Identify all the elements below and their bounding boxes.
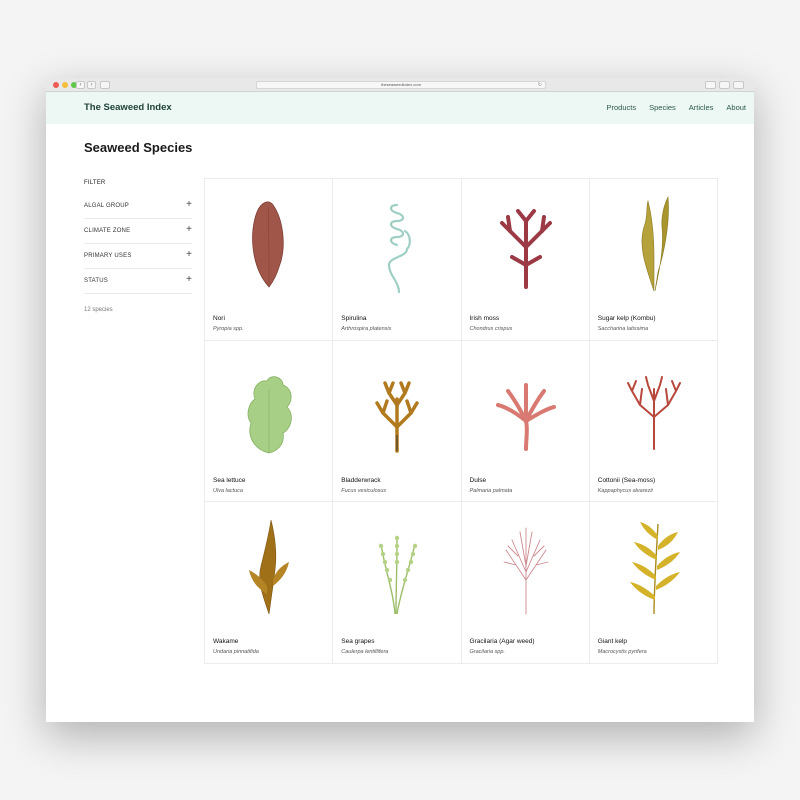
window-controls (53, 82, 77, 88)
species-count: 12 species (84, 307, 113, 313)
species-card[interactable]: Wakame Undaria pinnatifida (205, 502, 334, 664)
species-name: Irish moss (469, 315, 500, 322)
minimize-window-button[interactable] (62, 82, 68, 88)
species-scientific-name: Gracilaria spp. (469, 649, 505, 656)
species-name: Sugar kelp (Kombu) (597, 315, 656, 322)
species-card[interactable]: Cottonii (Sea-moss) Kappaphycus alvarezi… (589, 340, 718, 503)
expand-plus-icon[interactable]: + (186, 224, 192, 235)
bladderwrack-icon (375, 380, 419, 453)
filter-label: CLIMATE ZONE (84, 228, 131, 234)
species-scientific-name: Undaria pinnatifida (213, 649, 259, 656)
species-grid: Nori Pyropia spp. Spirulina Arthrospira … (204, 178, 718, 664)
species-scientific-name: Caulerpa lentillifera (341, 649, 389, 656)
species-name: Cottonii (Sea-moss) (597, 476, 656, 484)
expand-plus-icon[interactable]: + (186, 199, 192, 210)
filter-algal-group[interactable]: ALGAL GROUP + (84, 194, 192, 219)
filter-label: ALGAL GROUP (84, 203, 129, 209)
address-bar[interactable]: theseaweedindex.com ↻ (256, 81, 546, 89)
species-scientific-name: Fucus vesiculosus (341, 487, 387, 494)
species-name: Wakame (213, 638, 239, 646)
nav-link-products[interactable]: Products (607, 103, 637, 112)
tabs-button[interactable] (733, 81, 744, 89)
species-scientific-name: Chondrus crispus (469, 326, 513, 332)
nav-link-articles[interactable]: Articles (689, 103, 714, 112)
spirulina-spiral-icon (388, 203, 412, 294)
species-card[interactable]: Bladderwrack Fucus vesiculosus (333, 340, 462, 503)
species-card[interactable]: Giant kelp Macrocystis pyrifera (589, 502, 718, 664)
giant-kelp-icon (629, 522, 680, 615)
species-card[interactable]: Sea grapes Caulerpa lentillifera (333, 502, 462, 664)
filter-list: ALGAL GROUP + CLIMATE ZONE + PRIMARY USE… (84, 194, 192, 294)
back-button[interactable]: ‹ (76, 81, 85, 89)
filter-primary-uses[interactable]: PRIMARY USES + (84, 244, 192, 269)
filter-label: PRIMARY USES (84, 253, 132, 259)
wakame-icon (249, 520, 289, 615)
site-logo[interactable]: The Seaweed Index (84, 102, 172, 113)
cottonii-icon (626, 375, 681, 450)
species-name: Bladderwrack (341, 476, 381, 484)
browser-actions (705, 81, 744, 89)
filter-climate-zone[interactable]: CLIMATE ZONE + (84, 219, 192, 244)
species-name: Gracilaria (Agar weed) (469, 638, 535, 646)
species-card[interactable]: Nori Pyropia spp. (205, 179, 334, 341)
url-text: theseaweedindex.com (381, 82, 421, 87)
species-scientific-name: Arthrospira platensis (341, 326, 392, 332)
species-card[interactable]: Spirulina Arthrospira platensis (333, 179, 462, 341)
sea-grapes-icon (379, 536, 418, 615)
close-window-button[interactable] (53, 82, 59, 88)
page-title: Seaweed Species (84, 140, 193, 155)
sea-lettuce-icon (247, 375, 292, 454)
species-card[interactable]: Dulse Palmaria palmata (461, 340, 590, 503)
forward-button[interactable]: › (87, 81, 96, 89)
gracilaria-icon (503, 527, 548, 615)
filter-status[interactable]: STATUS + (84, 269, 192, 294)
irish-moss-icon (499, 209, 552, 289)
species-name: Sea lettuce (213, 476, 246, 484)
sidebar-toggle-button[interactable] (100, 81, 110, 89)
species-scientific-name: Saccharina latissima (597, 326, 649, 332)
species-card[interactable]: Sugar kelp (Kombu) Saccharina latissima (589, 179, 718, 341)
species-scientific-name: Kappaphycus alvarezii (597, 487, 653, 494)
browser-toolbar: ‹ › theseaweedindex.com ↻ (46, 78, 754, 92)
species-card[interactable]: Sea lettuce Ulva lactuca (205, 340, 334, 503)
species-scientific-name: Ulva lactuca (213, 487, 243, 494)
filter-heading: FILTER (84, 180, 106, 186)
browser-window: ‹ › theseaweedindex.com ↻ The Seaweed In… (46, 78, 754, 722)
nori-leaf-icon (252, 201, 284, 288)
expand-plus-icon[interactable]: + (186, 274, 192, 285)
species-scientific-name: Pyropia spp. (213, 326, 244, 332)
nav-link-about[interactable]: About (726, 103, 746, 112)
species-name: Spirulina (341, 315, 367, 322)
species-scientific-name: Palmaria palmata (469, 487, 513, 494)
species-card[interactable]: Gracilaria (Agar weed) Gracilaria spp. (461, 502, 590, 664)
species-name: Nori (213, 315, 225, 322)
species-name: Sea grapes (341, 638, 375, 646)
settings-button[interactable] (705, 81, 716, 89)
sugar-kelp-icon (641, 195, 669, 292)
nav-link-species[interactable]: Species (649, 103, 676, 112)
reload-icon[interactable]: ↻ (538, 82, 542, 88)
top-nav: Products Species Articles About (594, 103, 747, 112)
species-name: Giant kelp (597, 638, 628, 646)
site-header: The Seaweed Index Products Species Artic… (46, 92, 754, 124)
filter-label: STATUS (84, 278, 108, 284)
history-buttons: ‹ › (76, 81, 96, 89)
species-card[interactable]: Irish moss Chondrus crispus (461, 179, 590, 341)
share-button[interactable] (719, 81, 730, 89)
species-scientific-name: Macrocystis pyrifera (597, 649, 647, 656)
dulse-icon (495, 382, 556, 451)
species-name: Dulse (469, 476, 487, 484)
expand-plus-icon[interactable]: + (186, 249, 192, 260)
